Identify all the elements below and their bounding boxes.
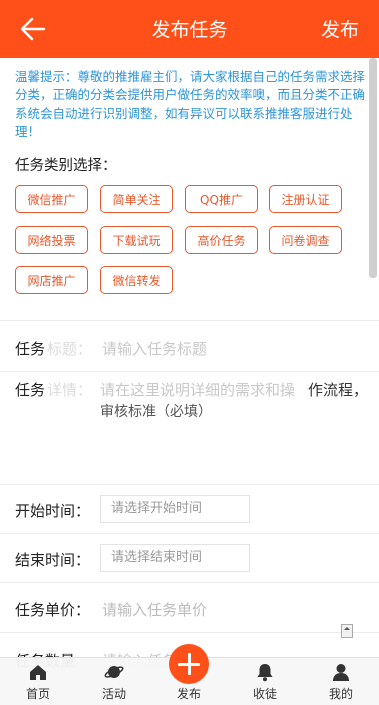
home-icon	[28, 662, 48, 682]
tab-activity[interactable]: 活动	[84, 658, 144, 705]
category-tag[interactable]: 注册认证	[269, 185, 342, 213]
tab-home-label: 首页	[25, 687, 50, 701]
planet-icon	[104, 662, 124, 682]
scrollbar[interactable]	[369, 58, 377, 278]
category-tag[interactable]: 微信推广	[15, 185, 88, 213]
category-tag[interactable]: 下载试玩	[100, 226, 173, 254]
tab-publish-label: 发布	[176, 687, 201, 701]
publish-button[interactable]: 发布	[321, 15, 359, 42]
tab-mine-label: 我的	[328, 687, 353, 701]
tab-activity-label: 活动	[101, 687, 126, 701]
divider	[0, 582, 379, 583]
tab-home[interactable]: 首页	[8, 658, 68, 705]
tab-mine[interactable]: 我的	[311, 658, 371, 705]
price-label: 任务单价：	[15, 601, 91, 619]
tab-apprentice-label: 收徒	[252, 687, 277, 701]
divider	[0, 371, 379, 372]
price-input[interactable]: 请输入任务单价	[102, 599, 207, 620]
category-tag[interactable]: 网店推广	[15, 266, 88, 294]
bell-icon	[255, 662, 275, 682]
category-tag[interactable]: 简单关注	[100, 185, 173, 213]
category-tag[interactable]: 微信转发	[100, 266, 173, 294]
divider	[0, 320, 379, 321]
end-time-label: 结束时间：	[15, 551, 91, 569]
number-spinner[interactable]	[341, 624, 353, 638]
category-tag[interactable]: 问卷调查	[269, 226, 342, 254]
publish-fab-plus-icon[interactable]	[169, 644, 209, 684]
task-title-label: 任务	[15, 340, 46, 358]
start-time-label: 开始时间：	[15, 502, 91, 520]
task-title-label-overlap: 标题：	[47, 340, 93, 358]
task-detail-textarea[interactable]: 请在这里说明详细的需求和操	[100, 379, 295, 400]
category-section-title: 任务类别选择：	[15, 158, 117, 174]
task-detail-placeholder-tail: 作流程，	[308, 381, 369, 399]
task-detail-placeholder-line2: 审核标准（必填）	[100, 404, 212, 420]
end-time-picker[interactable]: 请选择结束时间	[100, 544, 250, 572]
task-detail-label: 任务	[15, 381, 46, 399]
user-icon	[331, 662, 351, 682]
tab-apprentice[interactable]: 收徒	[235, 658, 295, 705]
task-detail-label-overlap: 详情：	[47, 381, 93, 399]
start-time-picker[interactable]: 请选择开始时间	[100, 495, 250, 523]
task-title-input[interactable]: 请输入任务标题	[102, 338, 207, 359]
divider	[0, 484, 379, 485]
notice-text: 温馨提示：尊敬的推推雇主们，请大家根据自己的任务需求选择分类，正确的分类会提供用…	[15, 69, 366, 139]
category-tag[interactable]: QQ推广	[185, 185, 258, 213]
divider	[0, 533, 379, 534]
category-tag[interactable]: 高价任务	[185, 226, 258, 254]
divider	[0, 632, 379, 633]
category-tag[interactable]: 网络投票	[15, 226, 88, 254]
top-app-bar: 发布任务 发布	[0, 0, 379, 58]
